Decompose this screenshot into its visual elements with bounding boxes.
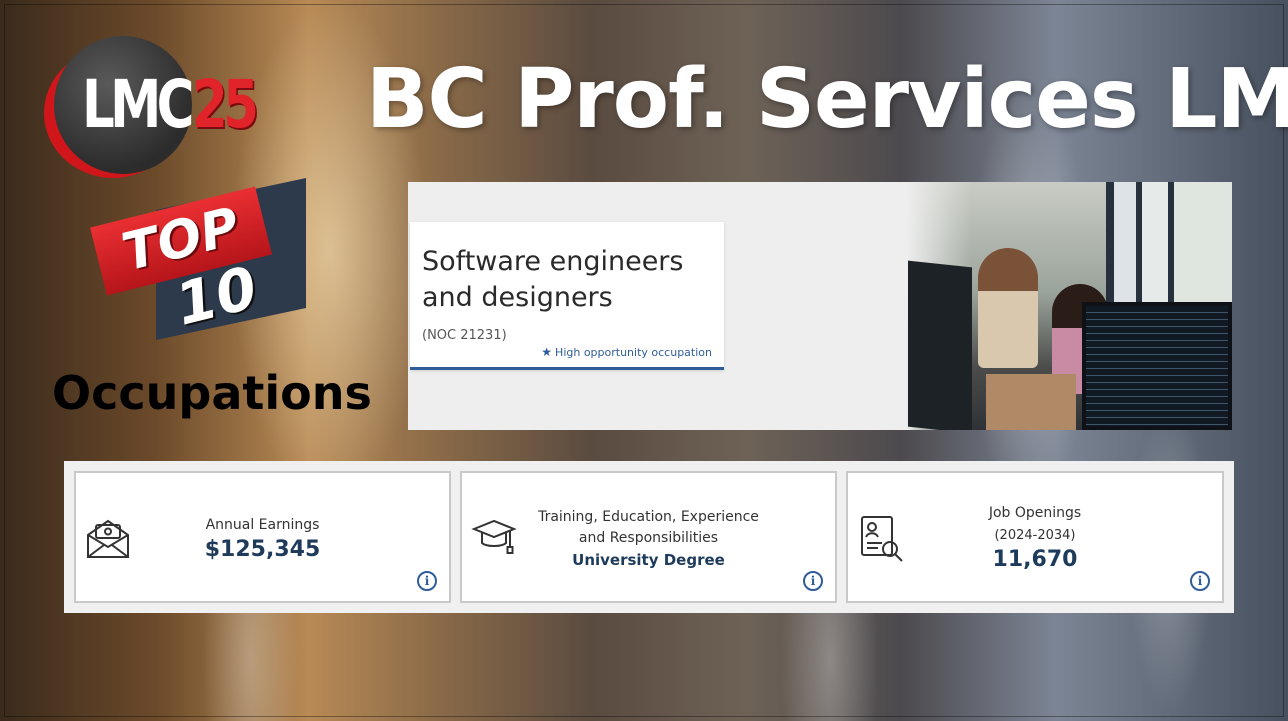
high-opportunity-label: High opportunity occupation	[555, 345, 712, 359]
training-label: Training, Education, Experience and Resp…	[538, 509, 759, 546]
training-value: University Degree	[572, 551, 725, 569]
slide-title: BC Prof. Services LMI	[366, 52, 1288, 147]
annual-earnings-card: Annual Earnings $125,345 i	[74, 471, 451, 603]
photo-monitor-code	[1082, 302, 1232, 430]
job-openings-label: Job Openings	[988, 505, 1082, 521]
occupation-card: Software engineers and designers (NOC 21…	[410, 222, 724, 370]
training-info-icon[interactable]: i	[803, 571, 823, 591]
lmc25-logo: LMC 25	[44, 36, 294, 181]
occupation-banner: Software engineers and designers (NOC 21…	[408, 182, 1232, 430]
annual-earnings-label: Annual Earnings	[205, 517, 320, 533]
noc-code: (NOC 21231)	[422, 328, 507, 343]
job-openings-value: 11,670	[992, 547, 1078, 572]
training-card: Training, Education, Experience and Resp…	[460, 471, 837, 603]
star-icon: ★	[541, 345, 553, 359]
occupation-title: Software engineers and designers	[422, 246, 684, 313]
job-openings-period: (2024-2034)	[994, 528, 1076, 543]
logo-text-lmc: LMC	[82, 66, 194, 143]
earnings-info-icon[interactable]: i	[417, 571, 437, 591]
jobs-info-icon[interactable]: i	[1190, 571, 1210, 591]
annual-earnings-value: $125,345	[204, 537, 321, 562]
logo-text-25: 25	[192, 66, 259, 143]
photo-person-left	[978, 248, 1038, 368]
photo-desk	[986, 374, 1076, 430]
job-openings-card: Job Openings (2024-2034) 11,670 i	[846, 471, 1224, 603]
occupations-heading: Occupations	[52, 366, 372, 420]
top10-badge: TOP 10	[90, 176, 306, 356]
office-photo	[906, 182, 1232, 430]
high-opportunity-tag[interactable]: ★ High opportunity occupation	[541, 345, 712, 359]
photo-monitor-left	[908, 260, 972, 430]
stats-panel: Annual Earnings $125,345 i Training, Edu…	[64, 461, 1234, 613]
